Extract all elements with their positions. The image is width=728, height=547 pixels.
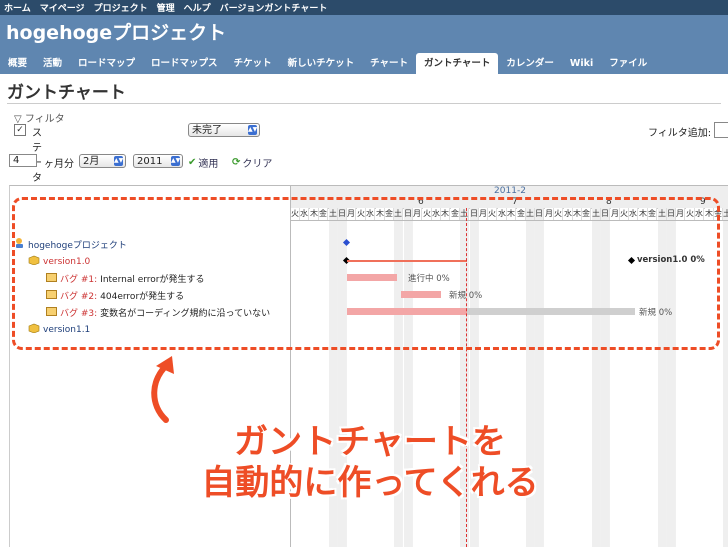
- chevron-down-icon: ▲▼: [114, 156, 124, 166]
- caption: ガントチャートを 自動的に作ってくれる: [150, 422, 590, 504]
- status-checkbox[interactable]: ✓: [14, 124, 26, 136]
- tab-activity[interactable]: 活動: [35, 53, 70, 74]
- tab-calendar[interactable]: カレンダー: [498, 53, 562, 74]
- menu-help-link[interactable]: ヘルプ: [184, 1, 211, 14]
- filter-legend-label: フィルタ: [24, 114, 65, 125]
- menu-version-gantt-link[interactable]: バージョンガントチャート: [220, 1, 328, 14]
- tab-chart[interactable]: チャート: [362, 53, 416, 74]
- page-title: ガントチャート: [7, 83, 126, 103]
- clear-button[interactable]: ⟳ クリア: [232, 155, 272, 170]
- chevron-down-icon: ▲▼: [171, 156, 181, 166]
- tab-wiki[interactable]: Wiki: [562, 53, 601, 74]
- check-icon: ✔: [188, 157, 197, 168]
- tab-roadmaps[interactable]: ロードマップス: [143, 53, 226, 74]
- months-input[interactable]: 4: [9, 154, 37, 167]
- weekend-column: [723, 221, 728, 547]
- apply-button[interactable]: ✔ 適用: [188, 155, 218, 170]
- filter-legend[interactable]: ▽ フィルタ: [14, 110, 65, 125]
- tab-files[interactable]: ファイル: [601, 53, 655, 74]
- tab-overview[interactable]: 概要: [0, 53, 35, 74]
- menu-projects-link[interactable]: プロジェクト: [94, 1, 148, 14]
- menu-admin-link[interactable]: 管理: [157, 1, 175, 14]
- reload-icon: ⟳: [232, 157, 241, 168]
- months-label: ヶ月分: [44, 159, 74, 170]
- apply-label: 適用: [198, 159, 219, 170]
- tab-new-issue[interactable]: 新しいチケット: [280, 53, 363, 74]
- year-select-value: 2011: [137, 156, 163, 167]
- tab-gantt[interactable]: ガントチャート: [416, 53, 499, 74]
- chevron-down-icon: ▲▼: [248, 125, 258, 135]
- curved-arrow-icon: [151, 356, 174, 423]
- caption-line-2: 自動的に作ってくれる: [201, 463, 539, 503]
- tab-roadmap[interactable]: ロードマップ: [70, 53, 143, 74]
- filter-add-select[interactable]: [714, 122, 728, 138]
- project-tabs: 概要 活動 ロードマップ ロードマップス チケット 新しいチケット チャート ガ…: [0, 53, 728, 74]
- highlight-frame: [12, 197, 720, 350]
- project-header: hogehogeプロジェクト: [0, 15, 728, 53]
- month-select-value: 2月: [83, 156, 100, 167]
- period-row: 4 ヶ月分 2月 ▲▼ 2011 ▲▼ ✔ 適用 ⟳ クリア: [0, 152, 728, 170]
- divider: [7, 103, 721, 104]
- project-title: hogehogeプロジェクト: [6, 22, 227, 44]
- status-operator-value: 未完了: [192, 125, 222, 136]
- tab-issues[interactable]: チケット: [226, 53, 280, 74]
- month-select[interactable]: 2月 ▲▼: [79, 154, 126, 168]
- filter-add-label: フィルタ追加:: [648, 128, 712, 139]
- menu-mypage-link[interactable]: マイページ: [40, 1, 85, 14]
- year-select[interactable]: 2011 ▲▼: [133, 154, 183, 168]
- status-operator-select[interactable]: 未完了 ▲▼: [188, 123, 260, 137]
- menu-home-link[interactable]: ホーム: [4, 1, 31, 14]
- clear-label: クリア: [242, 159, 273, 170]
- top-menu-bar: ホーム マイページ プロジェクト 管理 ヘルプ バージョンガントチャート: [0, 0, 728, 15]
- caption-line-1: ガントチャートを: [234, 422, 506, 462]
- day-header-cell: 土: [723, 208, 728, 220]
